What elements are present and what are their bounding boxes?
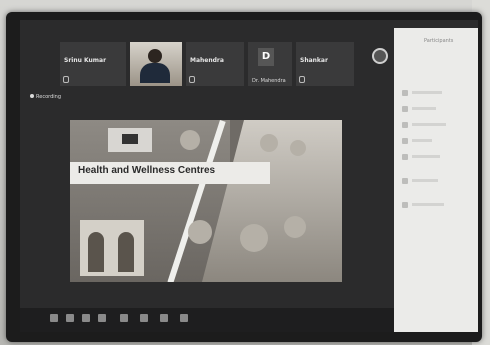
participant-avatar-tile[interactable]: D Dr. Mahendra: [248, 42, 292, 86]
security-icon[interactable]: [82, 314, 90, 322]
panel-item-icon: [402, 178, 408, 184]
record-dot-icon: [30, 94, 34, 98]
mic-icon: [63, 76, 69, 83]
participant-name: Shankar: [300, 57, 328, 64]
chat-icon[interactable]: [120, 314, 128, 322]
participant-subname: Dr. Mahendra: [252, 78, 286, 84]
slide-photo-person: [290, 140, 306, 156]
slide-arch: [118, 232, 134, 272]
reactions-icon[interactable]: [180, 314, 188, 322]
share-icon[interactable]: [140, 314, 148, 322]
side-panel: Participants: [394, 28, 478, 332]
mic-icon[interactable]: [50, 314, 58, 322]
mic-icon: [189, 76, 195, 83]
recording-label: Recording: [36, 94, 62, 100]
monitor: Srinu Kumar Mahendra D Dr. Mahendra Shan…: [6, 12, 482, 342]
meeting-toolbar: [20, 308, 394, 332]
slide-photo-person: [260, 134, 278, 152]
video-call-window: Srinu Kumar Mahendra D Dr. Mahendra Shan…: [20, 20, 478, 332]
participant-name: Mahendra: [190, 57, 224, 64]
participant-tile[interactable]: Srinu Kumar: [60, 42, 126, 86]
panel-item-line: [412, 179, 438, 182]
panel-item-icon: [402, 90, 408, 96]
record-icon[interactable]: [160, 314, 168, 322]
slide-arch: [88, 232, 104, 272]
panel-item-line: [412, 203, 444, 206]
panel-item-icon: [402, 106, 408, 112]
slide-photo-person: [240, 224, 268, 252]
video-icon[interactable]: [66, 314, 74, 322]
participants-icon[interactable]: [98, 314, 106, 322]
panel-item-line: [412, 123, 446, 126]
shared-slide: Health and Wellness Centres: [70, 120, 342, 282]
slide-title: Health and Wellness Centres: [78, 165, 216, 176]
panel-item-icon: [402, 122, 408, 128]
panel-item-icon: [402, 138, 408, 144]
panel-item-line: [412, 139, 432, 142]
slide-photo-person: [180, 130, 200, 150]
status-indicator-icon: [372, 48, 388, 64]
mic-icon: [299, 76, 305, 83]
recording-indicator: Recording: [30, 94, 61, 100]
avatar: D: [258, 48, 274, 66]
participant-head: [148, 49, 162, 63]
panel-item-icon: [402, 154, 408, 160]
participant-tile[interactable]: Shankar: [296, 42, 354, 86]
slide-logo: [108, 128, 152, 152]
participant-gallery: Srinu Kumar Mahendra D Dr. Mahendra Shan…: [20, 42, 400, 88]
participant-name: Srinu Kumar: [64, 57, 107, 64]
panel-item-icon: [402, 202, 408, 208]
slide-photo-person: [188, 220, 212, 244]
panel-item-line: [412, 107, 436, 110]
slide-photo-person: [284, 216, 306, 238]
participant-tile[interactable]: Mahendra: [186, 42, 244, 86]
panel-item-line: [412, 155, 440, 158]
participant-video-tile[interactable]: [130, 42, 182, 86]
panel-item-line: [412, 91, 442, 94]
panel-header: Participants: [424, 38, 454, 44]
participant-body: [140, 63, 170, 83]
